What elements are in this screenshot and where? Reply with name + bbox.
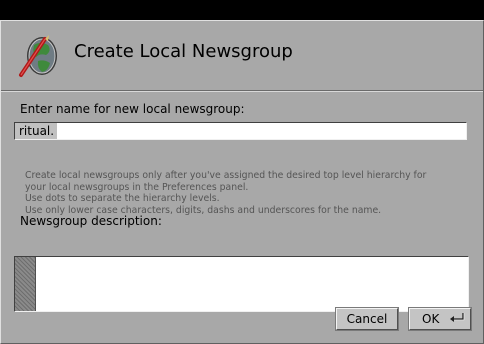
globe-newsgroup-icon [19,35,57,77]
help-line: your local newsgroups in the Preferences… [25,181,249,193]
help-text: Create local newsgroups only after you'v… [25,170,470,216]
dialog-title: Create Local Newsgroup [74,41,293,62]
create-newsgroup-dialog: Create Local Newsgroup Enter name for ne… [0,20,484,344]
ok-button[interactable]: OK [409,308,471,330]
newsgroup-name-value: ritual. [15,123,58,139]
cancel-button[interactable]: Cancel [336,308,398,330]
help-line: Create local newsgroups only after you'v… [25,170,427,181]
help-line: Use dots to separate the hierarchy level… [25,193,220,204]
description-field-label: Newsgroup description: [20,214,162,228]
header-divider [1,90,483,92]
window-titlebar[interactable] [0,0,484,20]
return-key-icon [450,313,465,322]
ok-button-label: OK [422,312,440,326]
name-field-label: Enter name for new local newsgroup: [20,102,245,116]
newsgroup-description-input[interactable] [14,256,469,312]
newsgroup-name-input[interactable]: ritual. [14,122,467,140]
description-gutter [15,257,36,311]
